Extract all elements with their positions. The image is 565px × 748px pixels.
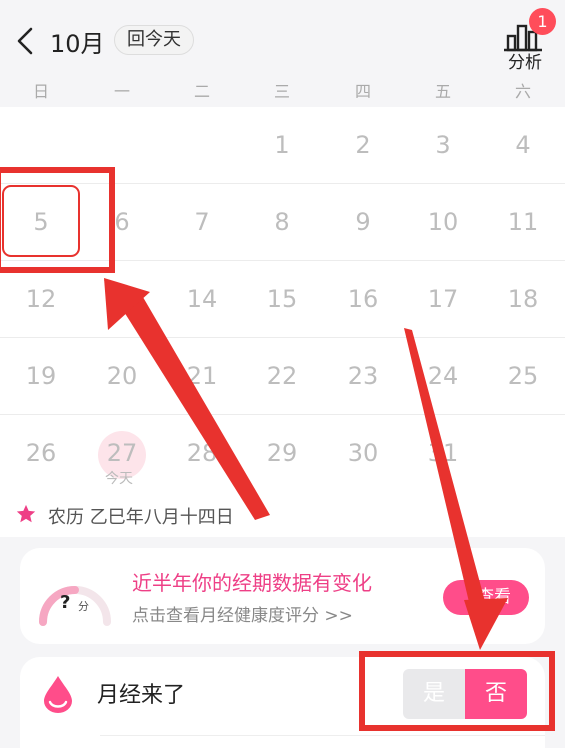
calendar-day[interactable]: 17	[403, 261, 483, 338]
weekday-tue: 二	[193, 82, 210, 101]
calendar-day[interactable]: 18	[483, 261, 563, 338]
calendar-day[interactable]: 29	[242, 415, 322, 492]
calendar-day[interactable]	[483, 415, 563, 492]
analysis-label[interactable]: 分析	[508, 48, 542, 73]
notification-badge: 1	[529, 8, 556, 35]
calendar-day[interactable]: 20	[82, 338, 162, 415]
score-gauge-icon	[39, 586, 111, 626]
calendar-day[interactable]: 13	[82, 261, 162, 338]
star-icon	[16, 504, 36, 523]
back-icon[interactable]	[12, 26, 42, 56]
weekday-header: 日 一 二 三 四 五 六	[0, 78, 565, 104]
weekday-sat: 六	[514, 82, 531, 101]
calendar-day[interactable]: 14	[162, 261, 242, 338]
score-value: ?	[60, 592, 71, 613]
calendar-day[interactable]: 30	[323, 415, 403, 492]
divider	[100, 735, 545, 736]
lunar-date-text: 农历 乙巳年八月十四日	[48, 507, 234, 528]
calendar-day[interactable]: 21	[162, 338, 242, 415]
drop-icon	[44, 676, 72, 713]
calendar-day-today[interactable]: 27	[82, 415, 162, 492]
period-label: 月经来了	[97, 683, 186, 708]
month-title[interactable]: 10月	[50, 24, 105, 59]
calendar-day[interactable]: 25	[483, 338, 563, 415]
weekday-mon: 一	[113, 82, 130, 101]
calendar-day[interactable]: 1	[242, 107, 322, 184]
calendar-day[interactable]: 2	[323, 107, 403, 184]
calendar-week-row: 5 6 7 8 9 10 11	[0, 184, 565, 261]
calendar-grid: 1 2 3 4 5 6 7 8 9 10 11 12 13 14 15 16 1…	[0, 107, 565, 492]
calendar-day[interactable]: 31	[403, 415, 483, 492]
calendar-week-row: 1 2 3 4	[0, 107, 565, 184]
calendar-day[interactable]: 8	[242, 184, 322, 261]
calendar-day[interactable]: 16	[323, 261, 403, 338]
calendar-day-selected[interactable]: 5	[1, 184, 81, 261]
calendar-day[interactable]: 7	[162, 184, 242, 261]
weekday-thu: 四	[354, 82, 371, 101]
calendar-day[interactable]: 22	[242, 338, 322, 415]
score-unit: 分	[78, 600, 89, 613]
calendar-day[interactable]: 4	[483, 107, 563, 184]
calendar-day[interactable]: 9	[323, 184, 403, 261]
calendar-day[interactable]: 15	[242, 261, 322, 338]
calendar-day[interactable]: 19	[1, 338, 81, 415]
weekday-sun: 日	[32, 82, 49, 101]
no-button[interactable]: 否	[465, 669, 527, 719]
calendar-day[interactable]: 26	[1, 415, 81, 492]
weekday-fri: 五	[434, 82, 451, 101]
weekday-wed: 三	[273, 82, 290, 101]
calendar-day[interactable]: 23	[323, 338, 403, 415]
calendar-day[interactable]	[82, 107, 162, 184]
calendar-week-row: 12 13 14 15 16 17 18	[0, 261, 565, 338]
calendar-day[interactable]: 28	[162, 415, 242, 492]
calendar-day[interactable]	[1, 107, 81, 184]
calendar-day[interactable]: 11	[483, 184, 563, 261]
calendar-day[interactable]: 3	[403, 107, 483, 184]
calendar-day[interactable]: 6	[82, 184, 162, 261]
back-to-today-button[interactable]: 回今天	[114, 25, 194, 55]
calendar-day[interactable]: 24	[403, 338, 483, 415]
calendar-day[interactable]	[162, 107, 242, 184]
calendar-day[interactable]: 12	[1, 261, 81, 338]
calendar-day[interactable]: 10	[403, 184, 483, 261]
yes-button[interactable]: 是	[403, 669, 465, 719]
calendar-week-row: 19 20 21 22 23 24 25	[0, 338, 565, 415]
calendar-week-row: 26 27 28 29 30 31	[0, 415, 565, 492]
health-card-title: 近半年你的经期数据有变化	[132, 571, 372, 595]
view-button[interactable]: 查看	[443, 580, 529, 615]
health-card-subtitle[interactable]: 点击查看月经健康度评分 >>	[132, 601, 353, 626]
